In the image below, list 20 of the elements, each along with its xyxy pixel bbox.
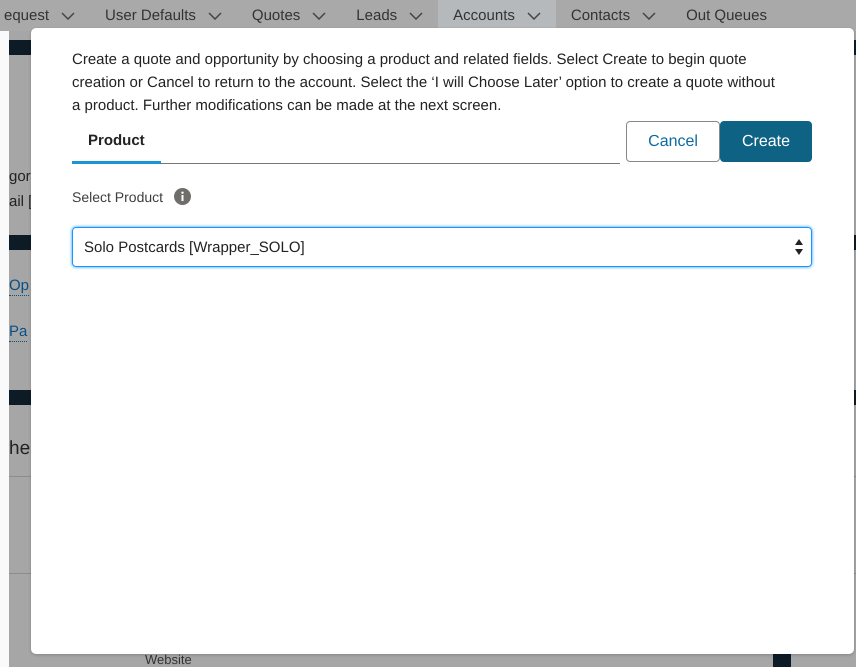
product-select[interactable]: Solo Postcards [Wrapper_SOLO] [72, 227, 812, 267]
field-label: Website [145, 653, 192, 667]
product-tab[interactable]: Product [72, 121, 161, 164]
nav-tab[interactable]: Accounts [438, 0, 556, 31]
cancel-button[interactable]: Cancel [626, 121, 720, 162]
field-label: Select Product [72, 188, 164, 204]
nav-tab[interactable]: User Defaults [90, 0, 237, 31]
nav-tab[interactable]: equest [0, 0, 90, 31]
field-text: gor [9, 167, 31, 186]
link[interactable]: Op [9, 276, 30, 296]
dialog-description: Create a quote and opportunity by choosing a product and related fields. Select Create to begin quote creation or Cancel to return to the account. Select the ‘I will Choose Later’ option to create a quote without a product. Further modifications can be made at the next screen. [72, 50, 776, 116]
nav-tab[interactable]: Quotes [236, 0, 342, 31]
info-icon[interactable] [174, 188, 192, 205]
link[interactable]: Pa [9, 322, 28, 342]
nav-tab[interactable]: Leads [341, 0, 438, 31]
create-button[interactable]: Create [720, 121, 812, 162]
nav-tab[interactable]: Contacts [556, 0, 672, 31]
up-down-arrows-icon [795, 237, 803, 257]
nav-tab[interactable]: Out Queues [671, 0, 782, 31]
section-heading: he [9, 438, 30, 460]
